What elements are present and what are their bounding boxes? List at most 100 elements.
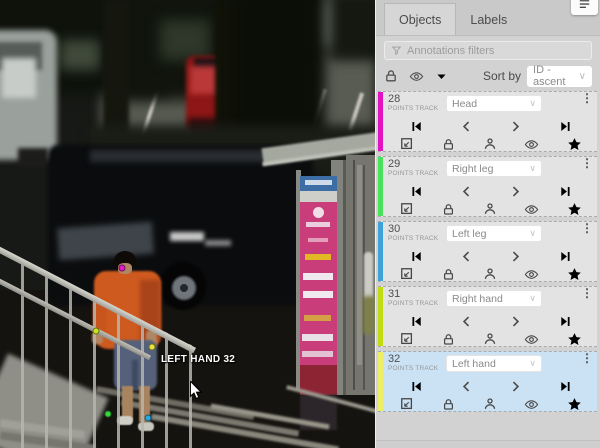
outside-person-icon[interactable] (483, 267, 497, 281)
first-keyframe-button[interactable] (410, 120, 423, 133)
last-keyframe-button[interactable] (559, 185, 572, 198)
object-label-select[interactable]: Head ∨ (446, 95, 542, 112)
sign-white-band (300, 191, 337, 202)
previous-keyframe-button[interactable] (460, 185, 473, 198)
last-keyframe-button[interactable] (559, 250, 572, 263)
object-label-value: Head (452, 98, 477, 110)
outside-person-icon[interactable] (483, 137, 497, 151)
object-type: POINTS TRACK (388, 365, 446, 372)
video-frame-canvas[interactable]: LEFT HAND 32 (0, 0, 375, 448)
occluded-toggle-icon[interactable] (400, 332, 414, 346)
object-card-32[interactable]: 32 POINTS TRACK Left hand ∨ ⋮ (378, 351, 597, 412)
hidden-eye-icon[interactable] (524, 332, 539, 347)
wall-strip (357, 165, 362, 365)
occluded-toggle-icon[interactable] (400, 202, 414, 216)
pink-advertising-sign (300, 202, 337, 365)
more-menu-icon[interactable]: ⋮ (580, 354, 594, 363)
keyframe-star-icon[interactable] (567, 137, 582, 152)
occluded-toggle-icon[interactable] (400, 267, 414, 281)
next-keyframe-button[interactable] (509, 120, 522, 133)
filter-funnel-icon (391, 45, 402, 56)
lock-toggle-icon[interactable] (442, 398, 455, 411)
objects-sidebar: Objects Labels Annotations filters Sort … (375, 0, 600, 448)
sign-text-line (306, 222, 330, 227)
previous-keyframe-button[interactable] (460, 315, 473, 328)
tab-objects[interactable]: Objects (384, 3, 456, 35)
next-keyframe-button[interactable] (509, 380, 522, 393)
object-label-select[interactable]: Right leg ∨ (446, 160, 542, 177)
lock-toggle-icon[interactable] (442, 138, 455, 151)
sign-text-line (303, 291, 333, 298)
lock-toggle-icon[interactable] (442, 268, 455, 281)
keyframe-star-icon[interactable] (567, 267, 582, 282)
right-hand-point[interactable] (93, 328, 100, 335)
keyframe-star-icon[interactable] (567, 332, 582, 347)
object-card-31[interactable]: 31 POINTS TRACK Right hand ∨ ⋮ (378, 286, 597, 347)
sign-yellow-text (305, 254, 331, 260)
object-id: 29 (388, 159, 446, 170)
sign-logo (313, 207, 324, 218)
last-keyframe-button[interactable] (559, 120, 572, 133)
chevron-down-icon: ∨ (529, 358, 536, 369)
lock-toggle-icon[interactable] (442, 333, 455, 346)
object-label-select[interactable]: Left hand ∨ (446, 355, 542, 372)
first-keyframe-button[interactable] (410, 380, 423, 393)
chevron-down-icon: ∨ (529, 98, 536, 109)
white-car-highlight (2, 58, 36, 98)
sign-text-line (302, 351, 333, 357)
occluded-toggle-icon[interactable] (400, 397, 414, 411)
object-card-30[interactable]: 30 POINTS TRACK Left leg ∨ ⋮ (378, 221, 597, 282)
last-keyframe-button[interactable] (559, 315, 572, 328)
tree-foliage (60, 40, 100, 70)
menu-list-icon (577, 0, 592, 12)
sign-text-line (302, 334, 333, 341)
left-hand-point[interactable] (149, 344, 156, 351)
object-card-28[interactable]: 28 POINTS TRACK Head ∨ ⋮ (378, 91, 597, 152)
next-keyframe-button[interactable] (509, 185, 522, 198)
first-keyframe-button[interactable] (410, 315, 423, 328)
object-label-select[interactable]: Left leg ∨ (446, 225, 542, 242)
filter-placeholder: Annotations filters (407, 45, 494, 57)
expand-caret-icon[interactable] (435, 70, 448, 83)
previous-keyframe-button[interactable] (460, 120, 473, 133)
last-keyframe-button[interactable] (559, 380, 572, 393)
first-keyframe-button[interactable] (410, 250, 423, 263)
outside-person-icon[interactable] (483, 332, 497, 346)
object-id: 28 (388, 94, 446, 105)
previous-keyframe-button[interactable] (460, 250, 473, 263)
right-leg-point[interactable] (105, 411, 112, 418)
next-keyframe-button[interactable] (509, 315, 522, 328)
sort-order-select[interactable]: ID - ascent ∨ (527, 66, 592, 87)
outside-person-icon[interactable] (483, 202, 497, 216)
head-point[interactable] (119, 265, 126, 272)
black-suv-highlight (205, 240, 231, 246)
more-menu-icon[interactable]: ⋮ (580, 94, 594, 103)
sidebar-collapse-button[interactable] (571, 0, 598, 15)
lock-toggle-icon[interactable] (442, 203, 455, 216)
occluded-toggle-icon[interactable] (400, 137, 414, 151)
hidden-eye-icon[interactable] (524, 397, 539, 412)
object-label-select[interactable]: Right hand ∨ (446, 290, 542, 307)
first-keyframe-button[interactable] (410, 185, 423, 198)
next-keyframe-button[interactable] (509, 250, 522, 263)
tab-labels[interactable]: Labels (456, 4, 521, 35)
hidden-eye-icon[interactable] (524, 137, 539, 152)
hidden-eye-icon[interactable] (524, 267, 539, 282)
more-menu-icon[interactable]: ⋮ (580, 159, 594, 168)
wall-seam (353, 160, 355, 390)
sign-yellow-text (304, 315, 331, 321)
previous-keyframe-button[interactable] (460, 380, 473, 393)
sign-text-line (303, 273, 333, 280)
hidden-eye-icon[interactable] (524, 202, 539, 217)
more-menu-icon[interactable]: ⋮ (580, 289, 594, 298)
keyframe-star-icon[interactable] (567, 397, 582, 412)
hide-all-eye-icon[interactable] (409, 69, 424, 84)
object-card-29[interactable]: 29 POINTS TRACK Right leg ∨ ⋮ (378, 156, 597, 217)
left-leg-point[interactable] (145, 415, 152, 422)
sort-order-value: ID - ascent (533, 64, 579, 88)
more-menu-icon[interactable]: ⋮ (580, 224, 594, 233)
lock-all-icon[interactable] (384, 69, 398, 83)
outside-person-icon[interactable] (483, 397, 497, 411)
keyframe-star-icon[interactable] (567, 202, 582, 217)
annotations-filter-input[interactable]: Annotations filters (384, 41, 592, 60)
